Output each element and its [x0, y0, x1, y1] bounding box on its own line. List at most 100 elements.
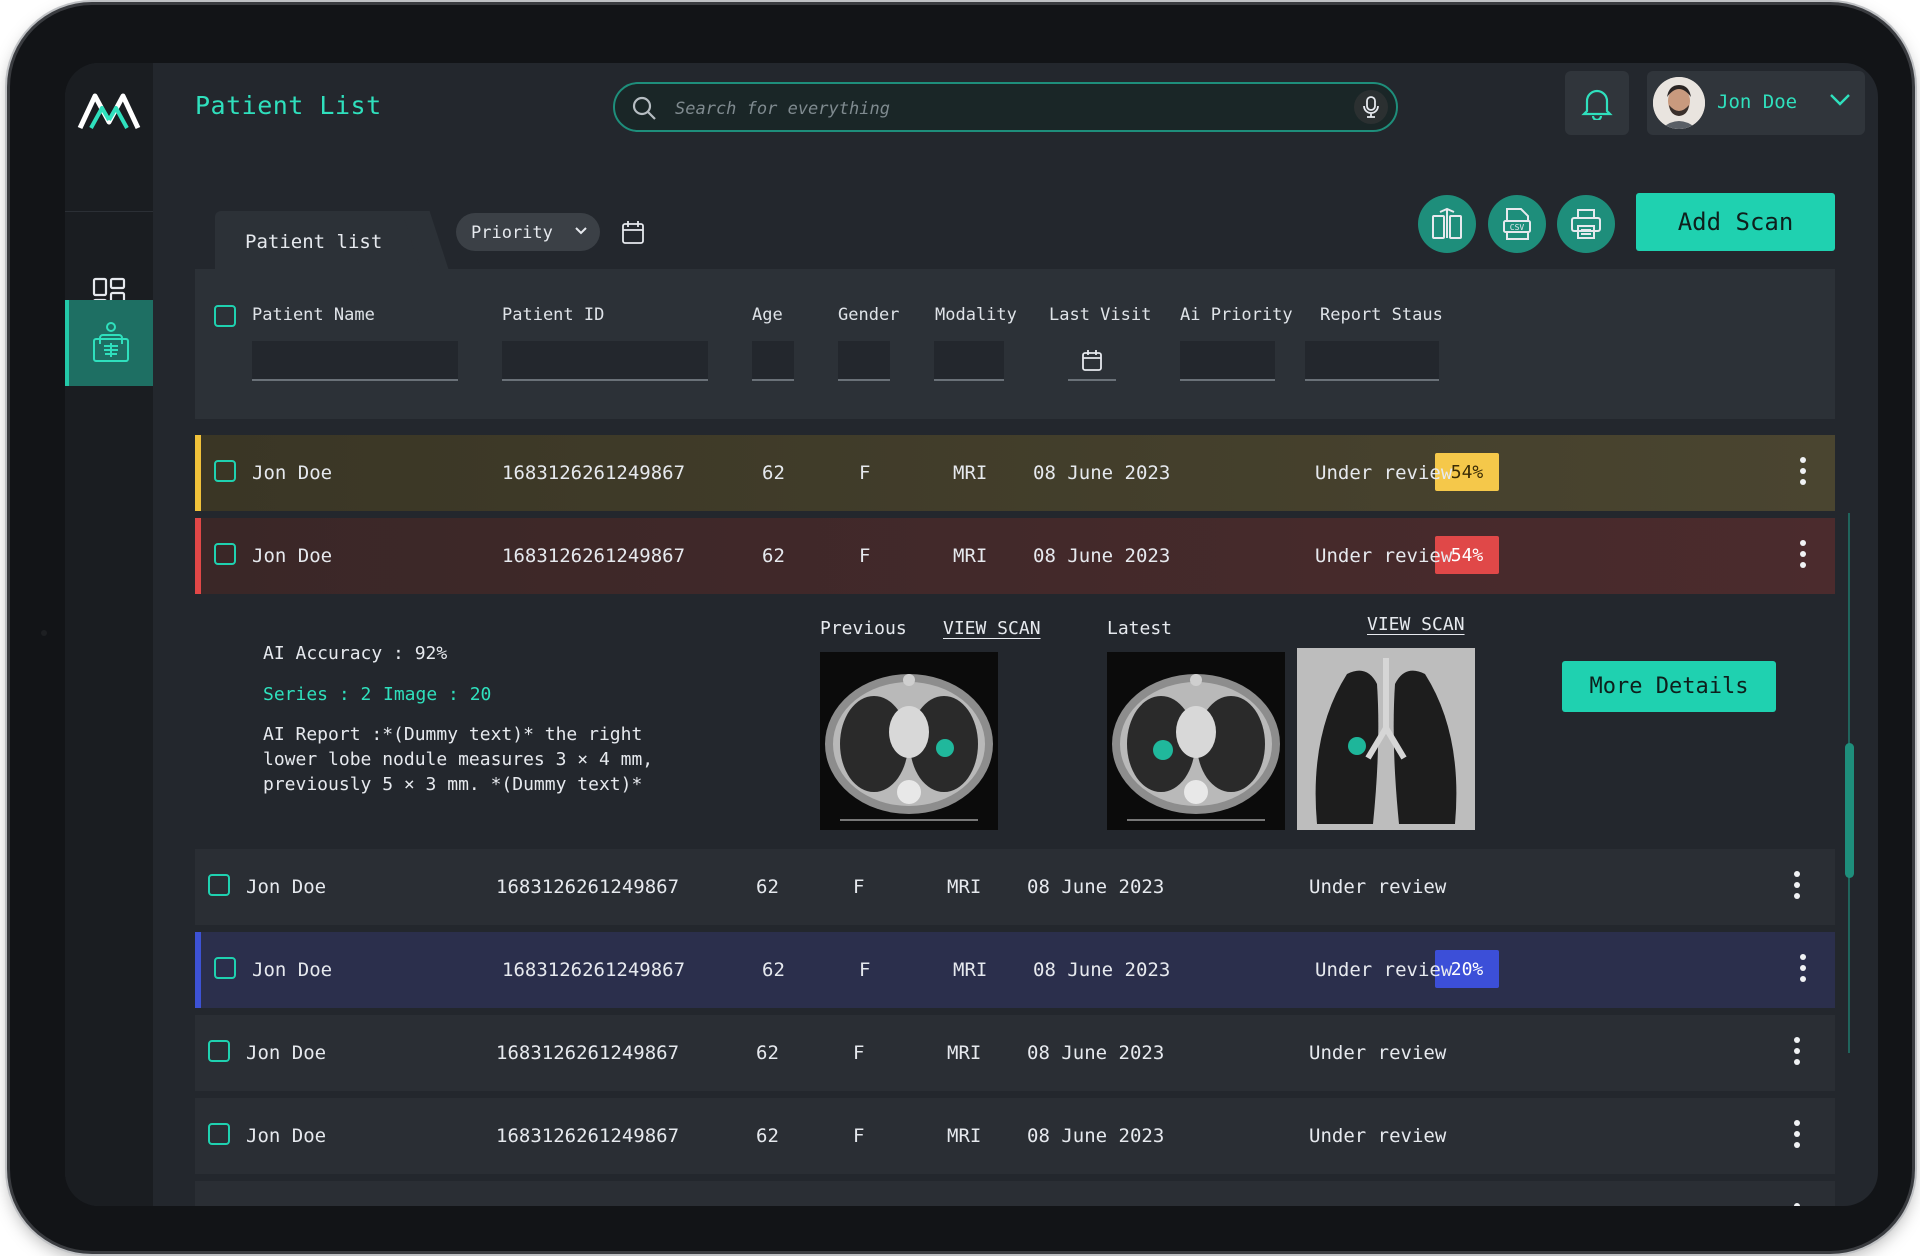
- filter-age[interactable]: [752, 341, 794, 381]
- row-menu-icon[interactable]: [1797, 457, 1809, 489]
- filter-ai-priority[interactable]: [1180, 341, 1275, 381]
- sidebar-divider: [65, 211, 153, 212]
- cell-patient-id: 1683126261249867: [496, 1125, 680, 1147]
- add-scan-button[interactable]: Add Scan: [1636, 193, 1835, 251]
- filter-report-status[interactable]: [1305, 341, 1439, 381]
- table-row-partial[interactable]: [195, 1181, 1835, 1206]
- user-name: Jon Doe: [1717, 91, 1798, 113]
- notifications-button[interactable]: [1565, 71, 1629, 135]
- header-patient-name: Patient Name: [252, 305, 375, 325]
- cell-patient-id: 1683126261249867: [502, 959, 686, 981]
- row-checkbox[interactable]: [208, 1123, 230, 1145]
- tab-patient-list[interactable]: Patient list: [215, 211, 425, 269]
- patient-xray-icon: [93, 322, 129, 362]
- table-row[interactable]: Jon Doe 1683126261249867 62 F MRI 08 Jun…: [195, 1098, 1835, 1174]
- latest-scan-thumbnail[interactable]: [1107, 652, 1285, 830]
- user-menu[interactable]: Jon Doe: [1647, 71, 1865, 135]
- chevron-down-icon: [1830, 94, 1850, 106]
- header-report-status: Report Staus: [1320, 305, 1443, 325]
- cell-report-status: Under review: [1315, 545, 1453, 567]
- select-all-checkbox[interactable]: [214, 305, 236, 327]
- cell-last-visit: 08 June 2023: [1027, 876, 1165, 898]
- cell-modality: MRI: [953, 545, 988, 567]
- cell-gender: F: [859, 545, 871, 567]
- ai-accuracy: AI Accuracy : 92%: [263, 643, 448, 664]
- priority-filter-label: Priority: [471, 223, 553, 243]
- cell-gender: F: [853, 876, 865, 898]
- tablet-frame: Patient List Search for everything Jon D…: [10, 5, 1912, 1251]
- row-menu-icon[interactable]: [1791, 1120, 1803, 1152]
- latest-coronal-scan-thumbnail[interactable]: [1297, 648, 1475, 830]
- cell-age: 62: [762, 545, 785, 567]
- cell-last-visit: 08 June 2023: [1033, 545, 1171, 567]
- filter-modality[interactable]: [934, 341, 1004, 381]
- table-row[interactable]: Jon Doe 1683126261249867 62 F MRI 08 Jun…: [195, 435, 1835, 511]
- table-row[interactable]: Jon Doe 1683126261249867 62 F MRI 08 Jun…: [195, 518, 1835, 594]
- priority-filter[interactable]: Priority: [456, 213, 600, 251]
- sidebar-item-patients[interactable]: [65, 300, 153, 386]
- cell-modality: MRI: [947, 1125, 982, 1147]
- cell-modality: MRI: [947, 1042, 982, 1064]
- row-checkbox[interactable]: [214, 460, 236, 482]
- series-count: Series : 2: [263, 684, 372, 705]
- chevron-down-icon: [575, 227, 587, 235]
- cell-last-visit: 08 June 2023: [1033, 462, 1171, 484]
- view-latest-scan-link[interactable]: VIEW SCAN: [1367, 614, 1465, 635]
- bell-icon: [1581, 89, 1613, 120]
- cell-patient-id: 1683126261249867: [502, 545, 686, 567]
- calendar-icon[interactable]: [621, 219, 645, 245]
- search-input[interactable]: [673, 93, 1317, 125]
- table-row[interactable]: Jon Doe 1683126261249867 62 F MRI 08 Jun…: [195, 849, 1835, 925]
- filter-last-visit[interactable]: [1068, 341, 1116, 381]
- cell-report-status: Under review: [1309, 876, 1447, 898]
- row-menu-icon[interactable]: [1791, 1037, 1803, 1069]
- cell-modality: MRI: [947, 876, 982, 898]
- svg-text:CSV: CSV: [1510, 223, 1525, 232]
- page-title: Patient List: [195, 91, 382, 120]
- header-gender: Gender: [838, 305, 900, 325]
- cell-age: 62: [762, 462, 785, 484]
- scrollbar-thumb[interactable]: [1845, 743, 1854, 878]
- cell-patient-name: Jon Doe: [252, 545, 333, 567]
- row-checkbox[interactable]: [214, 543, 236, 565]
- more-details-button[interactable]: More Details: [1562, 661, 1776, 712]
- ai-report-text: AI Report :*(Dummy text)* the right lowe…: [263, 724, 654, 795]
- row-menu-icon[interactable]: [1797, 954, 1809, 986]
- cell-report-status: Under review: [1309, 1125, 1447, 1147]
- row-menu-icon[interactable]: [1791, 1203, 1803, 1206]
- cell-last-visit: 08 June 2023: [1033, 959, 1171, 981]
- row-checkbox[interactable]: [208, 874, 230, 896]
- cell-report-status: Under review: [1309, 1042, 1447, 1064]
- table-row[interactable]: Jon Doe 1683126261249867 62 F MRI 08 Jun…: [195, 1015, 1835, 1091]
- voice-search-button[interactable]: [1354, 90, 1388, 124]
- row-checkbox[interactable]: [208, 1040, 230, 1062]
- cell-gender: F: [853, 1042, 865, 1064]
- cell-age: 62: [756, 1042, 779, 1064]
- cell-gender: F: [859, 959, 871, 981]
- filter-gender[interactable]: [838, 341, 890, 381]
- cell-modality: MRI: [953, 959, 988, 981]
- avatar: [1653, 77, 1705, 129]
- header-patient-id: Patient ID: [502, 305, 605, 325]
- row-menu-icon[interactable]: [1791, 871, 1803, 903]
- previous-scan-thumbnail[interactable]: [820, 652, 998, 830]
- cell-patient-id: 1683126261249867: [496, 1042, 680, 1064]
- microphone-icon: [1363, 96, 1379, 118]
- cell-age: 62: [762, 959, 785, 981]
- filter-patient-name[interactable]: [252, 341, 458, 381]
- header-age: Age: [752, 305, 783, 325]
- table-row[interactable]: Jon Doe 1683126261249867 62 F MRI 08 Jun…: [195, 932, 1835, 1008]
- export-csv-button[interactable]: CSV: [1488, 195, 1546, 253]
- filter-patient-id[interactable]: [502, 341, 708, 381]
- cell-gender: F: [853, 1125, 865, 1147]
- view-previous-scan-link[interactable]: VIEW SCAN: [943, 618, 1041, 639]
- row-menu-icon[interactable]: [1797, 540, 1809, 572]
- row-checkbox[interactable]: [214, 957, 236, 979]
- print-button[interactable]: [1557, 195, 1615, 253]
- table-header: Patient Name Patient ID Age Gender Modal…: [195, 269, 1835, 419]
- search-bar[interactable]: [613, 82, 1398, 132]
- cell-patient-id: 1683126261249867: [502, 462, 686, 484]
- cell-gender: F: [859, 462, 871, 484]
- compare-button[interactable]: [1418, 195, 1476, 253]
- cell-modality: MRI: [953, 462, 988, 484]
